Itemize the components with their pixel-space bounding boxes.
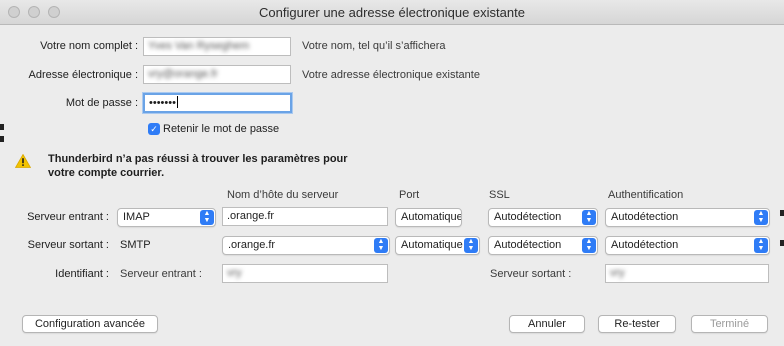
column-header-auth: Authentification (608, 189, 684, 201)
password-label: Mot de passe : (65, 97, 138, 109)
chevron-updown-icon: ▲ ▼ (582, 210, 596, 225)
advanced-config-button[interactable]: Configuration avancée (22, 315, 158, 333)
incoming-protocol-value: IMAP (123, 211, 150, 223)
warning-icon (15, 154, 31, 168)
incoming-username-input[interactable]: vry (222, 264, 388, 283)
incoming-username-label: Serveur entrant : (120, 268, 202, 280)
email-label: Adresse électronique : (28, 69, 138, 81)
incoming-auth-value: Autodétection (611, 211, 679, 223)
incoming-server-label: Serveur entrant : (27, 211, 109, 223)
outgoing-auth-value: Autodétection (611, 239, 679, 251)
incoming-ssl-select[interactable]: Autodétection ▲ ▼ (488, 208, 598, 227)
username-label: Identifiant : (55, 268, 109, 280)
full-name-label: Votre nom complet : (40, 40, 138, 52)
chevron-updown-icon: ▲ ▼ (464, 238, 478, 253)
background-window-edge (780, 240, 784, 246)
password-value: ••••••• (149, 97, 176, 109)
outgoing-port-value: Automatique (401, 239, 463, 251)
incoming-ssl-value: Autodétection (494, 211, 562, 223)
background-window-edge (780, 210, 784, 216)
outgoing-username-label: Serveur sortant : (490, 268, 572, 280)
remember-password-label: Retenir le mot de passe (163, 123, 280, 135)
chevron-updown-icon: ▲ ▼ (374, 238, 388, 253)
outgoing-username-input[interactable]: vry (605, 264, 769, 283)
incoming-port-value: Automatique (401, 211, 462, 223)
email-input[interactable]: vry@orange.fr (143, 65, 291, 84)
column-header-port: Port (399, 189, 420, 201)
background-window-edge (0, 136, 4, 142)
incoming-port-select[interactable]: Automatique (395, 208, 462, 227)
window-title: Configurer une adresse électronique exis… (259, 5, 525, 20)
full-name-hint: Votre nom, tel qu’il s’affichera (302, 40, 446, 52)
title-bar: Configurer une adresse électronique exis… (0, 0, 784, 25)
email-value: vry@orange.fr (148, 68, 218, 80)
outgoing-host-value: .orange.fr (228, 239, 276, 251)
outgoing-port-select[interactable]: Automatique ▲ ▼ (395, 236, 480, 255)
incoming-username-value: vry (227, 267, 242, 279)
warning-message-line2: votre compte courrier. (48, 167, 165, 179)
cancel-button[interactable]: Annuler (509, 315, 585, 333)
chevron-updown-icon: ▲ ▼ (754, 210, 768, 225)
password-input[interactable]: ••••••• (143, 93, 292, 113)
outgoing-auth-select[interactable]: Autodétection ▲ ▼ (605, 236, 770, 255)
done-button[interactable]: Terminé (691, 315, 768, 333)
remember-password-checkbox[interactable]: ✓ (148, 123, 160, 135)
background-window-edge (0, 124, 4, 130)
incoming-host-input[interactable]: .orange.fr (222, 207, 388, 226)
incoming-auth-select[interactable]: Autodétection ▲ ▼ (605, 208, 770, 227)
full-name-value: Yves Van Ryseghem (148, 40, 250, 52)
retest-button[interactable]: Re-tester (598, 315, 676, 333)
outgoing-ssl-select[interactable]: Autodétection ▲ ▼ (488, 236, 598, 255)
chevron-updown-icon: ▲ ▼ (754, 238, 768, 253)
outgoing-username-value: vry (610, 267, 625, 279)
outgoing-protocol: SMTP (120, 239, 151, 251)
chevron-updown-icon: ▲ ▼ (582, 238, 596, 253)
warning-message-line1: Thunderbird n’a pas réussi à trouver les… (48, 153, 348, 165)
outgoing-host-select[interactable]: .orange.fr ▲ ▼ (222, 236, 390, 255)
column-header-host: Nom d’hôte du serveur (227, 189, 339, 201)
email-hint: Votre adresse électronique existante (302, 69, 480, 81)
outgoing-ssl-value: Autodétection (494, 239, 562, 251)
full-name-input[interactable]: Yves Van Ryseghem (143, 37, 291, 56)
incoming-host-value: .orange.fr (227, 210, 275, 222)
chevron-updown-icon: ▲ ▼ (200, 210, 214, 225)
outgoing-server-label: Serveur sortant : (27, 239, 109, 251)
column-header-ssl: SSL (489, 189, 510, 201)
incoming-protocol-select[interactable]: IMAP ▲ ▼ (117, 208, 216, 227)
